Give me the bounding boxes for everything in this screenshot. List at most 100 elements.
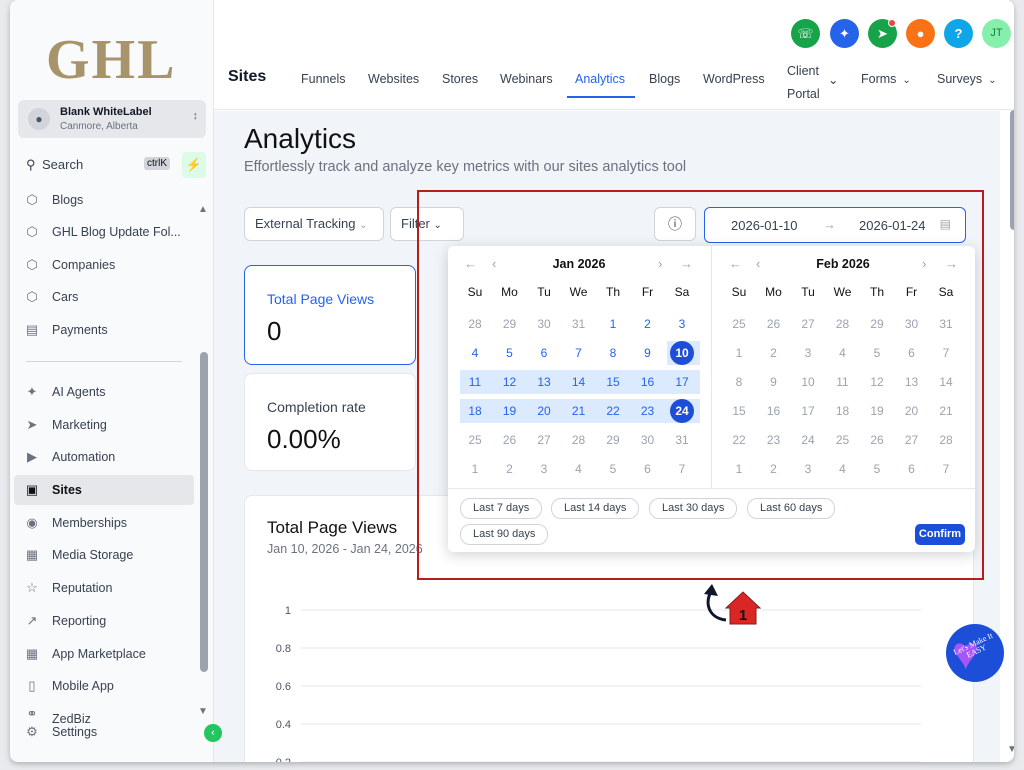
tab-funnels[interactable]: Funnels [301,72,345,86]
next-year-icon[interactable]: → [680,256,693,271]
calendar-day[interactable]: 18 [828,399,858,423]
calendar-day[interactable]: 9 [759,370,789,394]
calendar-day[interactable]: 11 [828,370,858,394]
scroll-down-icon[interactable]: ▼ [1007,744,1014,755]
sidebar-item-sites[interactable]: ▣ Sites [14,475,194,505]
bell-icon[interactable]: ● [906,19,935,48]
calendar-day[interactable]: 16 [759,399,789,423]
calendar-day[interactable]: 12 [495,370,525,394]
sidebar-item-app-marketplace[interactable]: ▦ App Marketplace [14,639,194,669]
calendar-day[interactable]: 6 [633,457,663,481]
calendar-day[interactable]: 26 [495,428,525,452]
sidebar-item-mobile-app[interactable]: ▯ Mobile App [14,671,194,701]
calendar-day[interactable]: 11 [460,370,490,394]
calendar-day[interactable]: 4 [564,457,594,481]
completion-rate-card[interactable]: Completion rate 0.00% [244,373,416,471]
calendar-day[interactable]: 28 [828,312,858,336]
calendar-day[interactable]: 17 [667,370,697,394]
phone-icon[interactable]: ☏ [791,19,820,48]
sidebar-item-settings[interactable]: ⚙ Settings [14,717,194,747]
calendar-day[interactable]: 14 [564,370,594,394]
calendar-day[interactable]: 22 [724,428,754,452]
prev-month-icon[interactable]: ‹ [756,256,760,271]
calendar-day[interactable]: 10 [793,370,823,394]
calendar-day[interactable]: 13 [897,370,927,394]
calendar-day[interactable]: 29 [862,312,892,336]
magic-wand-icon[interactable]: ✦ [830,19,859,48]
calendar-day[interactable]: 19 [862,399,892,423]
sidebar-item-blogs[interactable]: ⬡ Blogs [14,188,194,215]
prev-month-icon[interactable]: ‹ [492,256,496,271]
calendar-day[interactable]: 30 [897,312,927,336]
calendar-day[interactable]: 2 [759,341,789,365]
calendar-day[interactable]: 5 [495,341,525,365]
calendar-day[interactable]: 6 [529,341,559,365]
calendar-day[interactable]: 30 [529,312,559,336]
calendar-day[interactable]: 5 [598,457,628,481]
sidebar-item-ghl-blog-update[interactable]: ⬡ GHL Blog Update Fol... [14,217,194,247]
calendar-day[interactable]: 26 [862,428,892,452]
calendar-day[interactable]: 1 [724,341,754,365]
calendar-day[interactable]: 25 [460,428,490,452]
calendar-day[interactable]: 3 [793,341,823,365]
calendar-day[interactable]: 31 [564,312,594,336]
info-icon[interactable]: ⓘ [654,207,696,241]
calendar-day[interactable]: 31 [931,312,961,336]
tracking-select[interactable]: External Tracking ⌄ [244,207,384,241]
preset-last-60-days[interactable]: Last 60 days [747,498,836,519]
sidebar-item-reporting[interactable]: ↗ Reporting [14,606,194,636]
chevron-down-icon[interactable]: ⌄ [828,72,838,87]
sidebar-item-cars[interactable]: ⬡ Cars [14,282,194,312]
calendar-day[interactable]: 3 [793,457,823,481]
calendar-day[interactable]: 4 [828,457,858,481]
calendar-day[interactable]: 9 [633,341,663,365]
date-range-input[interactable]: 2026-01-10 → 2026-01-24 ▤ [704,207,966,243]
megaphone-icon[interactable]: ➤ [868,19,897,48]
calendar-day[interactable]: 17 [793,399,823,423]
calendar-day[interactable]: 24 [793,428,823,452]
location-switcher[interactable]: ● Blank WhiteLabel Canmore, Alberta ↕ [18,100,206,138]
prev-year-icon[interactable]: ← [729,256,742,271]
calendar-day[interactable]: 6 [897,341,927,365]
calendar-day[interactable]: 5 [862,341,892,365]
calendar-day[interactable]: 15 [724,399,754,423]
calendar-day[interactable]: 3 [667,312,697,336]
tab-blogs[interactable]: Blogs [649,72,680,86]
tab-forms[interactable]: Forms ⌄ [861,72,911,86]
calendar-day[interactable]: 1 [460,457,490,481]
calendar-day[interactable]: 8 [598,341,628,365]
calendar-day[interactable]: 25 [828,428,858,452]
sidebar-item-memberships[interactable]: ◉ Memberships [14,508,194,538]
calendar-day[interactable]: 26 [759,312,789,336]
sidebar-item-automation[interactable]: ▶ Automation [14,442,194,472]
calendar-day[interactable]: 30 [633,428,663,452]
calendar-day[interactable]: 15 [598,370,628,394]
sidebar-item-ai-agents[interactable]: ✦ AI Agents [14,377,194,407]
sidebar-item-payments[interactable]: ▤ Payments [14,315,194,345]
tab-websites[interactable]: Websites [368,72,419,86]
next-year-icon[interactable]: → [945,256,958,271]
page-scrollbar[interactable] [1010,110,1014,230]
calendar-day[interactable]: 25 [724,312,754,336]
calendar-day[interactable]: 20 [897,399,927,423]
calendar-day[interactable]: 24 [667,399,697,423]
calendar-day[interactable]: 7 [564,341,594,365]
confirm-button[interactable]: Confirm [915,524,965,545]
calendar-day[interactable]: 27 [793,312,823,336]
calendar-day[interactable]: 29 [598,428,628,452]
calendar-day[interactable]: 28 [931,428,961,452]
collapse-sidebar-button[interactable]: ‹ [204,724,222,742]
prev-year-icon[interactable]: ← [464,256,477,271]
calendar-day[interactable]: 2 [633,312,663,336]
calendar-day[interactable]: 3 [529,457,559,481]
tab-client-portal[interactable]: Client Portal [787,60,820,106]
calendar-day[interactable]: 14 [931,370,961,394]
preset-last-30-days[interactable]: Last 30 days [649,498,738,519]
tab-wordpress[interactable]: WordPress [703,72,765,86]
calendar-day[interactable]: 13 [529,370,559,394]
calendar-day[interactable]: 18 [460,399,490,423]
calendar-day[interactable]: 4 [460,341,490,365]
calendar-day[interactable]: 2 [759,457,789,481]
preset-last-90-days[interactable]: Last 90 days [460,524,549,545]
calendar-day[interactable]: 2 [495,457,525,481]
